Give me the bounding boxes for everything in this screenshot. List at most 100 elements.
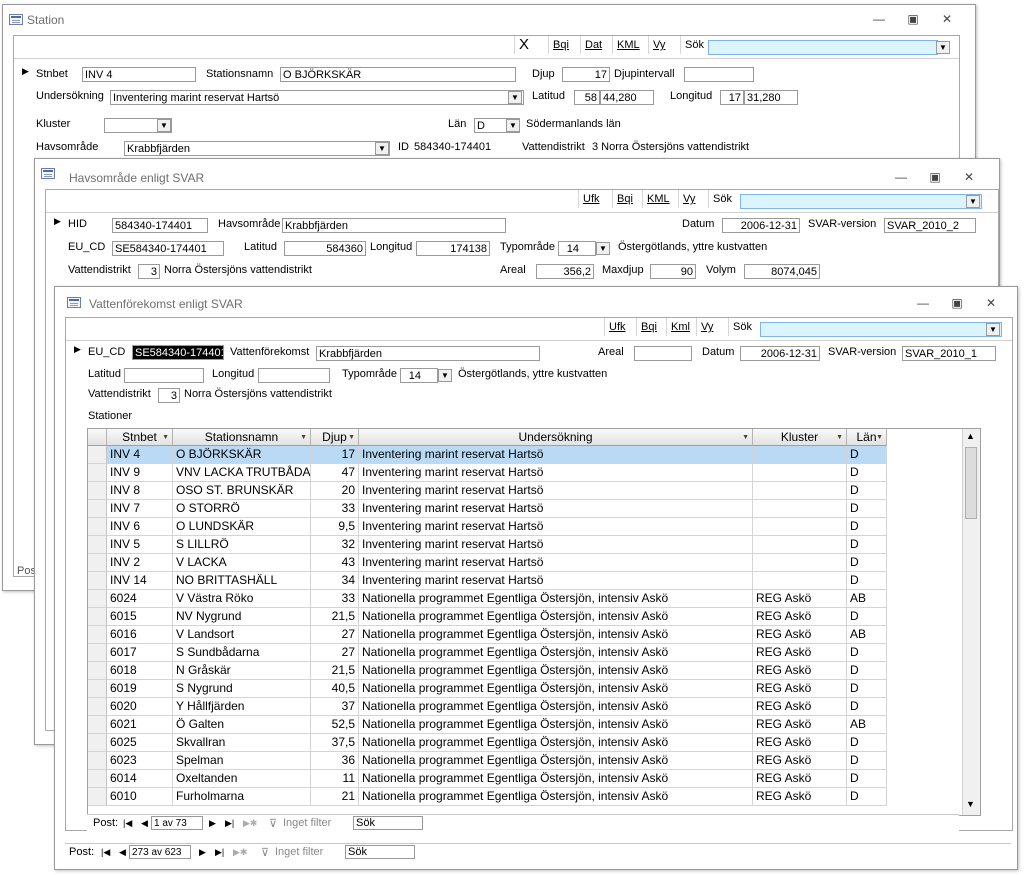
table-cell[interactable]: S LILLRÖ bbox=[173, 536, 311, 554]
table-cell[interactable]: VNV LACKA TRUTBÅDAN bbox=[173, 464, 311, 482]
latitud-min-field[interactable]: 44,280 bbox=[600, 90, 654, 105]
table-cell[interactable]: Spelman bbox=[173, 752, 311, 770]
close-icon[interactable]: ✕ bbox=[981, 296, 1001, 310]
table-cell[interactable]: V LACKA bbox=[173, 554, 311, 572]
table-cell[interactable]: Nationella programmet Egentliga Östersjö… bbox=[359, 680, 753, 698]
table-row[interactable]: 6014 Oxeltanden 11 Nationella programmet Eg… bbox=[88, 770, 962, 788]
table-row[interactable]: 6020 Y Hållfjärden 37 Nationella programmet… bbox=[88, 698, 962, 716]
table-row[interactable]: 6018 N Gråskär 21,5 Nationella programmet E… bbox=[88, 662, 962, 680]
table-row[interactable]: INV 9 VNV LACKA TRUTBÅDAN 47 Inventering ma… bbox=[88, 464, 962, 482]
table-cell[interactable]: REG Askö bbox=[753, 608, 847, 626]
new-record-icon[interactable]: ▶✱ bbox=[233, 847, 247, 858]
row-selector[interactable] bbox=[88, 446, 107, 464]
table-cell[interactable]: Nationella programmet Egentliga Östersjö… bbox=[359, 770, 753, 788]
table-cell[interactable]: Inventering marint reservat Hartsö bbox=[359, 464, 753, 482]
table-cell[interactable]: REG Askö bbox=[753, 716, 847, 734]
table-cell[interactable]: D bbox=[847, 572, 887, 590]
table-row[interactable]: INV 6O LUNDSKÄR 9,5 Inventering marint res… bbox=[88, 518, 962, 536]
table-cell[interactable]: 20 bbox=[311, 482, 359, 500]
latitud-deg-field[interactable]: 58 bbox=[574, 90, 600, 105]
stationsnamn-field[interactable]: O BJÖRKSKÄR bbox=[280, 67, 516, 82]
datasheet-scrollbar[interactable]: ▲ ▼ bbox=[962, 429, 980, 815]
hid-field[interactable]: 584340-174401 bbox=[112, 218, 208, 233]
table-cell[interactable]: D bbox=[847, 680, 887, 698]
table-cell[interactable]: REG Askö bbox=[753, 662, 847, 680]
row-selector[interactable] bbox=[88, 644, 107, 662]
last-record-icon[interactable]: ▶| bbox=[225, 818, 234, 829]
chevron-down-icon[interactable]: ▼ bbox=[162, 429, 169, 446]
table-row[interactable]: 6023 Spelman 36 Nationella programmet Egent… bbox=[88, 752, 962, 770]
table-cell[interactable]: AB bbox=[847, 626, 887, 644]
search-combo[interactable] bbox=[708, 40, 938, 55]
vy-button[interactable]: Vy bbox=[648, 36, 669, 54]
table-cell[interactable]: Nationella programmet Egentliga Östersjö… bbox=[359, 698, 753, 716]
next-record-icon[interactable]: ▶ bbox=[199, 847, 206, 858]
maxdjup-field[interactable]: 90 bbox=[650, 264, 696, 279]
chevron-down-icon[interactable]: ▼ bbox=[596, 242, 610, 255]
first-record-icon[interactable]: |◀ bbox=[101, 847, 110, 858]
table-cell[interactable]: 6020 bbox=[107, 698, 173, 716]
row-selector[interactable] bbox=[88, 500, 107, 518]
table-cell[interactable]: N Gråskär bbox=[173, 662, 311, 680]
table-row[interactable]: INV 7O STORRÖ 33 Inventering marint reserv… bbox=[88, 500, 962, 518]
table-cell[interactable]: D bbox=[847, 644, 887, 662]
bqi-button[interactable]: Bqi bbox=[636, 318, 661, 336]
table-cell[interactable]: Ö Galten bbox=[173, 716, 311, 734]
typomrade-field[interactable]: 14 bbox=[558, 241, 596, 256]
record-counter[interactable]: 273 av 623 bbox=[129, 845, 191, 859]
table-cell[interactable]: 6017 bbox=[107, 644, 173, 662]
scroll-thumb[interactable] bbox=[965, 447, 977, 519]
table-cell[interactable]: 37,5 bbox=[311, 734, 359, 752]
dat-button[interactable]: Dat bbox=[580, 36, 606, 54]
table-cell[interactable] bbox=[753, 464, 847, 482]
table-cell[interactable]: D bbox=[847, 482, 887, 500]
table-cell[interactable]: OSO ST. BRUNSKÄR bbox=[173, 482, 311, 500]
column-header-1[interactable]: Stationsnamn ▼ bbox=[173, 429, 311, 446]
table-cell[interactable]: AB bbox=[847, 716, 887, 734]
table-cell[interactable]: D bbox=[847, 464, 887, 482]
havsomrade-field[interactable]: Krabbfjärden bbox=[124, 141, 390, 156]
kml-button[interactable]: KML bbox=[612, 36, 644, 54]
chevron-down-icon[interactable]: ▼ bbox=[966, 195, 980, 208]
table-cell[interactable]: D bbox=[847, 788, 887, 806]
chevron-down-icon[interactable]: ▼ bbox=[506, 119, 520, 132]
table-cell[interactable]: 37 bbox=[311, 698, 359, 716]
row-selector[interactable] bbox=[88, 734, 107, 752]
minimize-icon[interactable]: — bbox=[891, 170, 911, 184]
kml-button[interactable]: Kml bbox=[666, 318, 694, 336]
chevron-down-icon[interactable]: ▼ bbox=[348, 429, 355, 446]
table-cell[interactable]: REG Askö bbox=[753, 626, 847, 644]
ufk-button[interactable]: Ufk bbox=[578, 190, 604, 208]
search-combo[interactable] bbox=[760, 322, 1002, 337]
maximize-icon[interactable]: ▣ bbox=[903, 12, 923, 26]
next-record-icon[interactable]: ▶ bbox=[209, 818, 216, 829]
vattendistrikt-nr-field[interactable]: 3 bbox=[158, 388, 180, 403]
table-cell[interactable]: REG Askö bbox=[753, 752, 847, 770]
table-cell[interactable]: 47 bbox=[311, 464, 359, 482]
table-cell[interactable]: Inventering marint reservat Hartsö bbox=[359, 500, 753, 518]
scroll-up-icon[interactable]: ▲ bbox=[966, 431, 975, 441]
table-cell[interactable]: 33 bbox=[311, 590, 359, 608]
havsomrade-field[interactable]: Krabbfjärden bbox=[282, 218, 506, 233]
row-selector[interactable] bbox=[88, 590, 107, 608]
row-selector[interactable] bbox=[88, 662, 107, 680]
nav-search-field[interactable]: Sök bbox=[353, 816, 423, 830]
table-cell[interactable]: D bbox=[847, 770, 887, 788]
table-cell[interactable]: Inventering marint reservat Hartsö bbox=[359, 536, 753, 554]
latitud-field[interactable]: 584360 bbox=[284, 241, 366, 256]
table-cell[interactable]: D bbox=[847, 446, 887, 464]
table-cell[interactable]: Skvallran bbox=[173, 734, 311, 752]
table-cell[interactable] bbox=[753, 500, 847, 518]
table-cell[interactable]: REG Askö bbox=[753, 590, 847, 608]
table-cell[interactable]: Inventering marint reservat Hartsö bbox=[359, 518, 753, 536]
record-selector-icon[interactable]: ▶ bbox=[74, 344, 81, 355]
ufk-button[interactable]: Ufk bbox=[604, 318, 630, 336]
table-cell[interactable]: 43 bbox=[311, 554, 359, 572]
prev-record-icon[interactable]: ◀ bbox=[141, 818, 148, 829]
longitud-min-field[interactable]: 31,280 bbox=[744, 90, 798, 105]
table-cell[interactable]: Nationella programmet Egentliga Östersjö… bbox=[359, 662, 753, 680]
table-cell[interactable]: S Sundbådarna bbox=[173, 644, 311, 662]
table-cell[interactable]: O STORRÖ bbox=[173, 500, 311, 518]
table-cell[interactable]: 6025 bbox=[107, 734, 173, 752]
table-cell[interactable]: 6019 bbox=[107, 680, 173, 698]
